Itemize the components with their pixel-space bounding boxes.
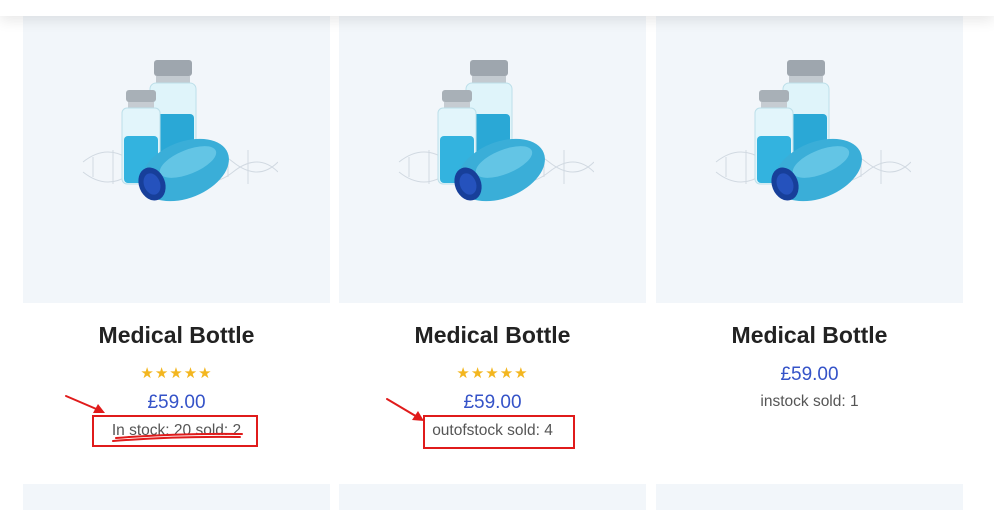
product-card[interactable]: Medical Bottle ★★★★★ £59.00 outofstock s… bbox=[339, 0, 646, 470]
product-image[interactable] bbox=[23, 0, 330, 303]
product-card[interactable]: Medical Bottle ★★★★★ £59.00 In stock: 20… bbox=[23, 0, 330, 470]
product-card[interactable]: Medical Bottle £59.00 instock sold: 1 bbox=[656, 0, 963, 470]
product-card-next-row[interactable] bbox=[339, 484, 646, 510]
product-card-next-row[interactable] bbox=[656, 484, 963, 510]
medical-vials-image bbox=[82, 60, 278, 202]
rating-stars: ★★★★★ bbox=[140, 365, 213, 382]
rating-stars: ★★★★★ bbox=[456, 365, 529, 382]
page-header-edge bbox=[0, 0, 994, 16]
medical-vials-image bbox=[715, 60, 911, 202]
product-price: £59.00 bbox=[147, 392, 206, 413]
stock-status: instock sold: 1 bbox=[760, 393, 859, 410]
product-title[interactable]: Medical Bottle bbox=[656, 322, 963, 349]
product-price: £59.00 bbox=[780, 364, 839, 385]
product-card-next-row[interactable] bbox=[23, 484, 330, 510]
product-title[interactable]: Medical Bottle bbox=[23, 322, 330, 349]
product-title[interactable]: Medical Bottle bbox=[339, 322, 646, 349]
product-image[interactable] bbox=[339, 0, 646, 303]
medical-vials-image bbox=[398, 60, 594, 202]
product-price: £59.00 bbox=[463, 392, 522, 413]
annotation-highlight-box bbox=[423, 415, 575, 449]
product-image[interactable] bbox=[656, 0, 963, 303]
annotation-highlight-box bbox=[92, 415, 258, 447]
